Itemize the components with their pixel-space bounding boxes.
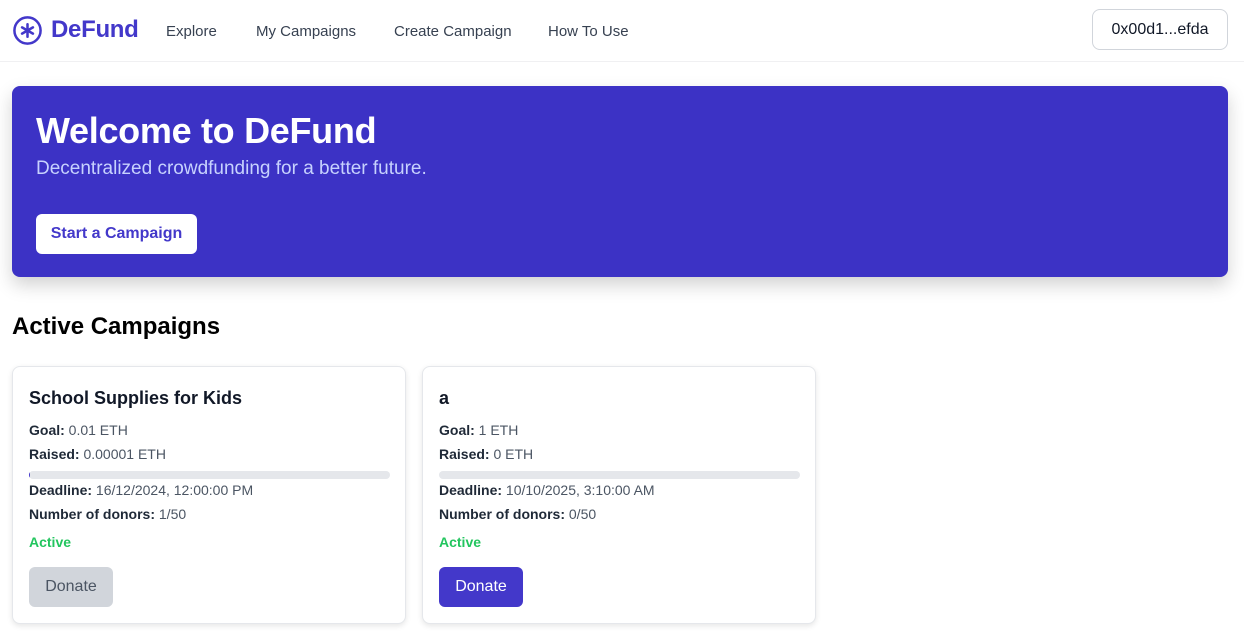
campaign-goal: Goal: 1 ETH	[439, 422, 518, 438]
donate-button[interactable]: Donate	[29, 567, 113, 607]
campaign-donors: Number of donors: 0/50	[439, 506, 596, 522]
donate-button[interactable]: Donate	[439, 567, 523, 607]
goal-value: 1 ETH	[478, 422, 519, 438]
nav-link-create-campaign[interactable]: Create Campaign	[394, 23, 512, 40]
nav-link-how-to-use[interactable]: How To Use	[548, 23, 629, 40]
top-navbar: DeFund Explore My Campaigns Create Campa…	[0, 0, 1244, 62]
progress-bar	[29, 471, 390, 479]
donors-label: Number of donors:	[439, 506, 565, 522]
campaign-raised: Raised: 0.00001 ETH	[29, 446, 166, 462]
campaign-title: School Supplies for Kids	[29, 388, 243, 408]
status-badge: Active	[29, 534, 72, 550]
start-campaign-button[interactable]: Start a Campaign	[36, 214, 197, 254]
raised-label: Raised:	[439, 446, 490, 462]
donors-label: Number of donors:	[29, 506, 155, 522]
goal-value: 0.01 ETH	[68, 422, 128, 438]
wallet-address-button[interactable]: 0x00d1...efda	[1092, 9, 1228, 50]
section-title: Active Campaigns	[12, 313, 221, 340]
brand-logo[interactable]: DeFund	[12, 14, 139, 46]
raised-value: 0.00001 ETH	[83, 446, 166, 462]
raised-label: Raised:	[29, 446, 80, 462]
progress-bar	[439, 471, 800, 479]
deadline-value: 10/10/2025, 3:10:00 AM	[505, 482, 655, 498]
hero-subtitle: Decentralized crowdfunding for a better …	[36, 158, 427, 179]
donors-value: 1/50	[158, 506, 187, 522]
campaign-card: School Supplies for Kids Goal: 0.01 ETH …	[12, 366, 406, 624]
campaign-deadline: Deadline: 16/12/2024, 12:00:00 PM	[29, 482, 253, 498]
deadline-label: Deadline:	[439, 482, 503, 498]
status-badge: Active	[439, 534, 482, 550]
goal-label: Goal:	[29, 422, 65, 438]
hero-title: Welcome to DeFund	[36, 110, 377, 151]
campaign-card: a Goal: 1 ETH Raised: 0 ETH Deadline: 10…	[422, 366, 816, 624]
campaign-deadline: Deadline: 10/10/2025, 3:10:00 AM	[439, 482, 655, 498]
deadline-label: Deadline:	[29, 482, 93, 498]
deadline-value: 16/12/2024, 12:00:00 PM	[95, 482, 254, 498]
brand-name: DeFund	[51, 16, 139, 43]
goal-label: Goal:	[439, 422, 475, 438]
campaign-raised: Raised: 0 ETH	[439, 446, 533, 462]
campaign-title: a	[439, 388, 450, 408]
campaign-donors: Number of donors: 1/50	[29, 506, 186, 522]
nav-link-explore[interactable]: Explore	[166, 23, 217, 40]
donors-value: 0/50	[568, 506, 597, 522]
raised-value: 0 ETH	[493, 446, 534, 462]
nav-link-my-campaigns[interactable]: My Campaigns	[256, 23, 356, 40]
campaign-goal: Goal: 0.01 ETH	[29, 422, 128, 438]
plus-circle-icon	[13, 15, 42, 45]
hero-banner: Welcome to DeFund Decentralized crowdfun…	[12, 86, 1228, 277]
